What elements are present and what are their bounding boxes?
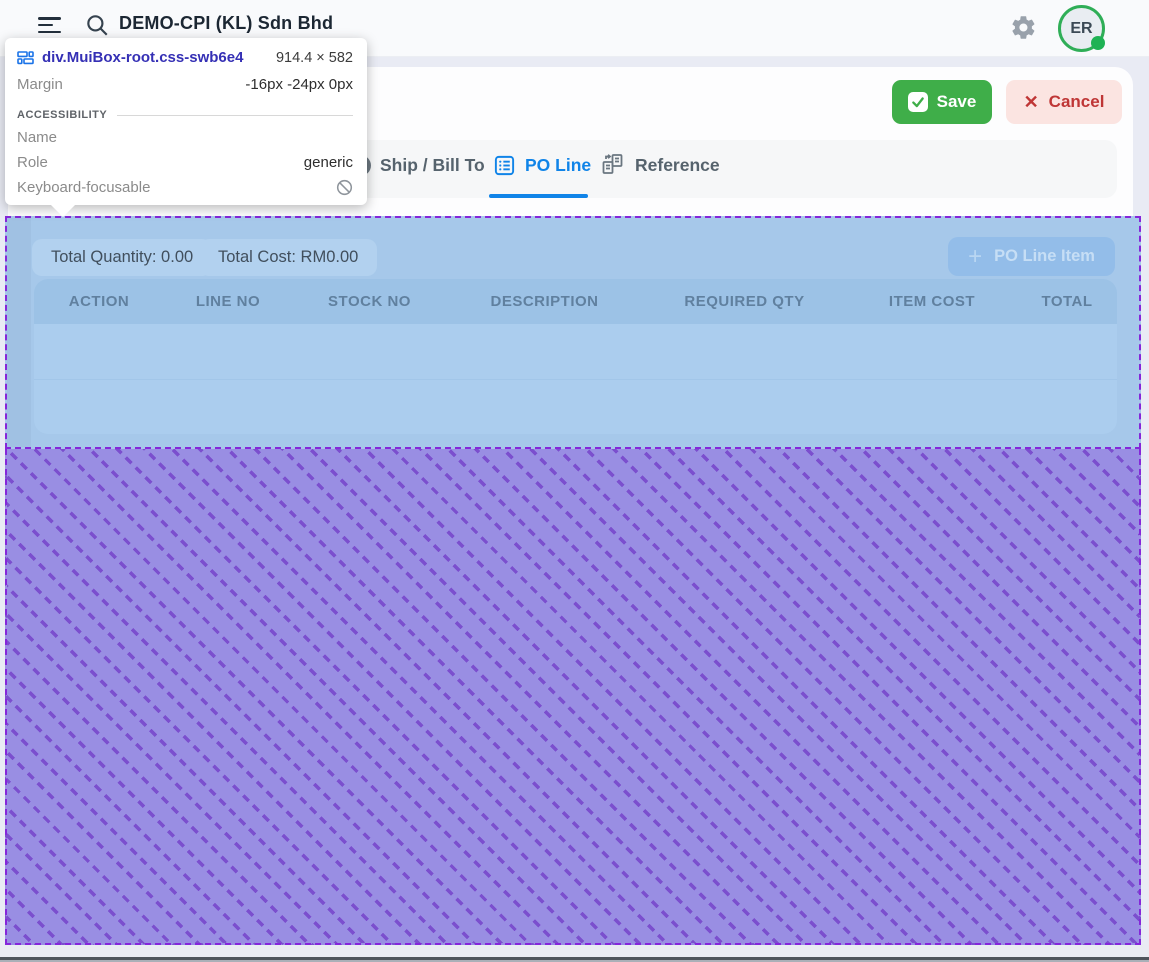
column-header-action: ACTION xyxy=(69,293,130,310)
cancel-button[interactable]: ✕ Cancel xyxy=(1006,80,1122,124)
column-header-stock-no: STOCK NO xyxy=(328,293,411,310)
total-cost-chip: Total Cost: RM0.00 xyxy=(199,239,377,276)
table-row xyxy=(34,324,1117,379)
column-header-line-no: LINE NO xyxy=(196,293,260,310)
a11y-role-value: generic xyxy=(304,154,353,171)
devtools-margin-overlay xyxy=(5,449,1141,945)
add-po-line-item-button[interactable]: + PO Line Item xyxy=(948,237,1115,276)
save-check-icon xyxy=(908,92,928,112)
save-button[interactable]: Save xyxy=(892,80,992,124)
devtools-content-highlight: Total Quantity: 0.00 Total Cost: RM0.00 … xyxy=(5,216,1141,449)
tab-label: PO Line xyxy=(525,155,591,176)
avatar-initials: ER xyxy=(1070,20,1092,38)
section-divider xyxy=(117,115,353,116)
active-tab-underline xyxy=(489,194,588,198)
po-line-table-header-row: ACTION LINE NO STOCK NO DESCRIPTION REQU… xyxy=(34,279,1117,324)
devtools-inspect-tooltip: div.MuiBox-root.css-swb6e4 914.4 × 582 M… xyxy=(5,38,367,205)
inspected-element-selector: div.MuiBox-root.css-swb6e4 xyxy=(42,49,243,66)
a11y-name-label: Name xyxy=(17,129,57,146)
accessibility-section-header: ACCESSIBILITY xyxy=(17,109,107,121)
plus-icon: + xyxy=(968,245,982,269)
column-header-total: TOTAL xyxy=(1041,293,1092,310)
tab-ship-bill-to[interactable]: Ship / Bill To xyxy=(350,155,485,176)
hamburger-menu-icon[interactable] xyxy=(38,17,61,35)
save-button-label: Save xyxy=(937,92,977,112)
tab-label: Ship / Bill To xyxy=(380,155,485,176)
margin-value: -16px -24px 0px xyxy=(245,76,353,93)
table-row xyxy=(34,380,1117,434)
tab-label: Reference xyxy=(635,155,720,176)
reference-pages-icon xyxy=(600,152,626,178)
column-header-description: DESCRIPTION xyxy=(490,293,598,310)
column-header-required-qty: REQUIRED QTY xyxy=(684,293,804,310)
a11y-keyboard-focusable-label: Keyboard-focusable xyxy=(17,179,150,196)
online-status-dot xyxy=(1091,36,1105,50)
tab-reference[interactable]: Reference xyxy=(600,152,720,178)
company-name[interactable]: DEMO-CPI (KL) Sdn Bhd xyxy=(119,13,333,34)
add-po-line-item-label: PO Line Item xyxy=(994,247,1095,266)
highlight-edge-shade xyxy=(7,218,31,447)
not-focusable-icon xyxy=(336,179,353,196)
inspected-element-dimensions: 914.4 × 582 xyxy=(276,50,353,66)
cancel-x-icon: ✕ xyxy=(1024,92,1039,113)
element-badge-icon xyxy=(17,51,34,65)
settings-gear-icon[interactable] xyxy=(1010,14,1037,41)
tab-po-line[interactable]: PO Line xyxy=(493,154,591,177)
po-line-table: ACTION LINE NO STOCK NO DESCRIPTION REQU… xyxy=(34,279,1117,434)
po-line-list-icon xyxy=(493,154,516,177)
avatar[interactable]: ER xyxy=(1058,5,1105,52)
total-quantity-chip: Total Quantity: 0.00 xyxy=(32,239,212,276)
column-header-item-cost: ITEM COST xyxy=(889,293,975,310)
margin-label: Margin xyxy=(17,76,63,93)
search-icon[interactable] xyxy=(84,12,110,38)
cancel-button-label: Cancel xyxy=(1049,92,1105,112)
a11y-role-label: Role xyxy=(17,154,48,171)
tooltip-arrow xyxy=(51,205,75,217)
